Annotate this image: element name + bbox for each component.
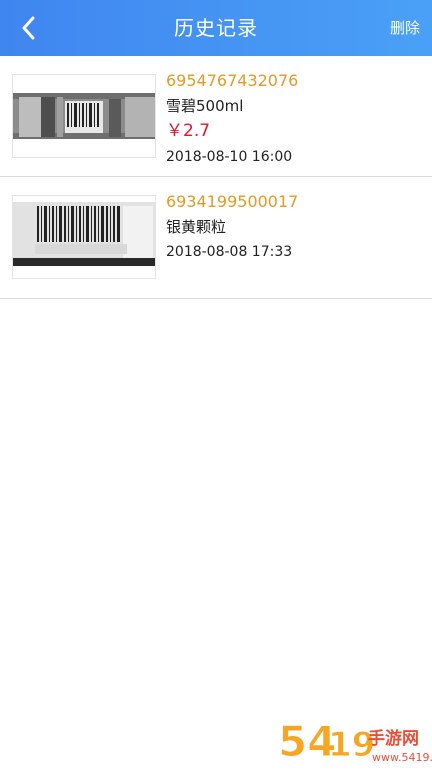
svg-text:手游网: 手游网: [368, 728, 419, 749]
product-price: ￥2.7: [166, 121, 211, 141]
product-image: [12, 74, 156, 158]
scan-time: 2018-08-08 17:33: [166, 244, 293, 260]
product-name: 银黄颗粒: [166, 218, 227, 236]
scan-time: 2018-08-10 16:00: [166, 149, 293, 165]
barcode-number: 6954767432076: [166, 71, 299, 90]
site-watermark: 54 19 手游网 www.5419.cn: [276, 712, 432, 768]
item-info: 6954767432076 雪碧500ml ￥2.7 2018-08-10 16…: [166, 68, 422, 168]
page-title: 历史记录: [174, 16, 258, 40]
item-info: 6934199500017 银黄颗粒 2018-08-08 17:33: [166, 189, 422, 263]
product-name: 雪碧500ml: [166, 97, 244, 115]
svg-text:www.5419.cn: www.5419.cn: [372, 751, 432, 764]
product-image: [12, 195, 156, 279]
history-item[interactable]: 6954767432076 雪碧500ml ￥2.7 2018-08-10 16…: [0, 56, 432, 177]
history-list: 6954767432076 雪碧500ml ￥2.7 2018-08-10 16…: [0, 56, 432, 299]
delete-button[interactable]: 删除: [390, 0, 420, 56]
barcode-number: 6934199500017: [166, 192, 299, 211]
history-item[interactable]: 6934199500017 银黄颗粒 2018-08-08 17:33: [0, 177, 432, 299]
app-header: 历史记录 删除: [0, 0, 432, 56]
